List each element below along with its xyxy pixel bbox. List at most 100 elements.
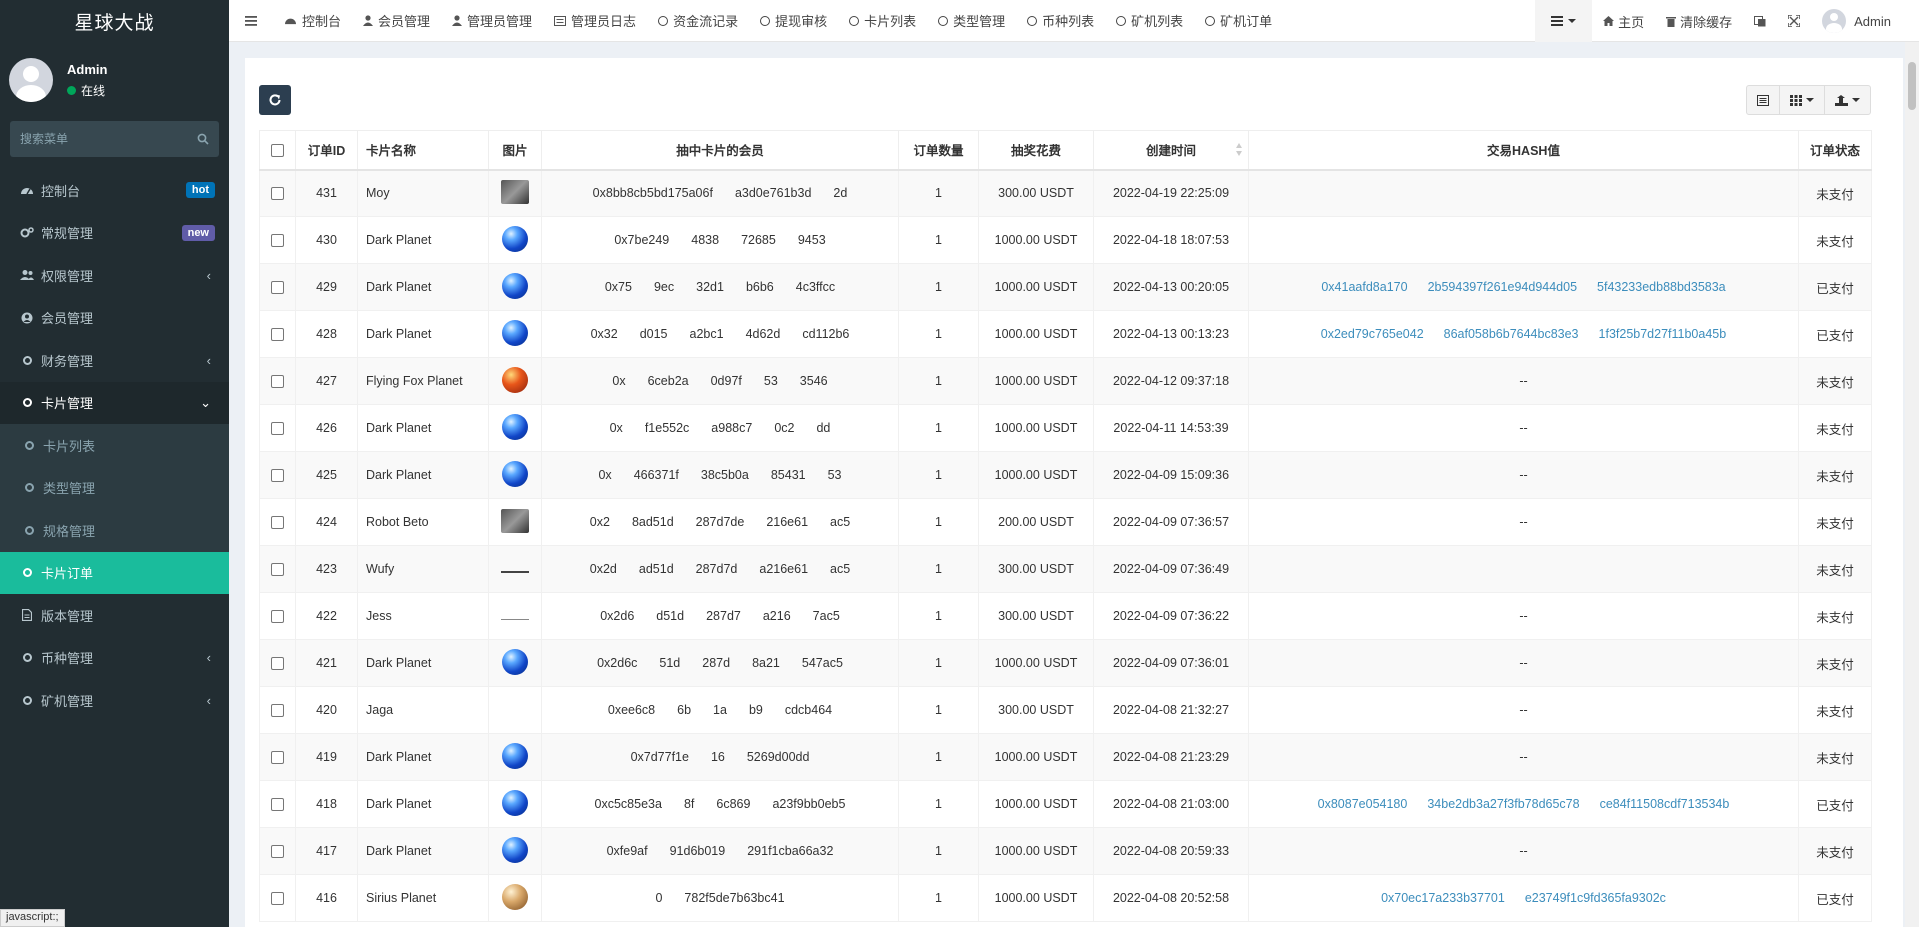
clear-cache-button[interactable]: 清除缓存 [1655, 0, 1743, 42]
col-order-id[interactable]: 订单ID [295, 130, 358, 171]
row-checkbox[interactable] [271, 187, 284, 201]
sidebar-item-permission[interactable]: 权限管理 ‹ [0, 254, 229, 297]
planet-image[interactable] [502, 272, 528, 299]
table-row[interactable]: 419 Dark Planet 0x7d77f1e 16 5269d00dd 1 1000.… [259, 733, 1872, 781]
row-checkbox[interactable] [271, 751, 284, 765]
planet-image[interactable] [502, 883, 528, 910]
sidebar-item-spec-manage[interactable]: 规格管理 [0, 509, 229, 552]
table-row[interactable]: 428 Dark Planet 0x32 d015 a2bc1 4d62d cd112b6 1… [259, 310, 1872, 358]
sidebar-item-general[interactable]: 常规管理 new [0, 212, 229, 255]
tab-type-manage[interactable]: 类型管理 [927, 0, 1016, 42]
row-checkbox[interactable] [271, 845, 284, 859]
tab-dashboard[interactable]: 控制台 [273, 0, 352, 42]
table-row[interactable]: 424 Robot Beto 0x2 8ad51d 287d7de 216e61 ac5 1 2… [259, 498, 1872, 546]
sidebar-item-currency[interactable]: 币种管理 ‹ [0, 637, 229, 680]
toggle-view-button[interactable] [1746, 85, 1780, 115]
table-row[interactable]: 421 Dark Planet 0x2d6c 51d 287d 8a21 547ac5 1 10… [259, 639, 1872, 687]
menu-search-input[interactable] [20, 132, 197, 146]
search-icon[interactable] [197, 133, 209, 145]
planet-image[interactable] [502, 460, 528, 487]
row-checkbox[interactable] [271, 892, 284, 906]
planet-image[interactable] [502, 225, 528, 252]
tabs-dropdown-button[interactable] [1535, 0, 1593, 42]
circle-icon [20, 566, 34, 580]
planet-image[interactable] [502, 789, 528, 816]
tab-admins[interactable]: 管理员管理 [441, 0, 543, 42]
table-row[interactable]: 429 Dark Planet 0x75 9ec 32d1 b6b6 4c3ffcc 1 100… [259, 263, 1872, 311]
planet-image[interactable] [502, 319, 528, 346]
card-photo-image[interactable] [501, 179, 529, 204]
row-checkbox[interactable] [271, 610, 284, 624]
table-row[interactable]: 417 Dark Planet 0xfe9af 91d6b019 291f1cba66a… [259, 827, 1872, 875]
card-image[interactable] [501, 619, 529, 620]
row-checkbox[interactable] [271, 798, 284, 812]
planet-image[interactable] [502, 742, 528, 769]
row-checkbox[interactable] [271, 657, 284, 671]
row-checkbox[interactable] [271, 563, 284, 577]
sidebar-item-version[interactable]: 版本管理 [0, 594, 229, 637]
tab-currency-list[interactable]: 币种列表 [1016, 0, 1105, 42]
tab-members[interactable]: 会员管理 [352, 0, 441, 42]
planet-image[interactable] [502, 836, 528, 863]
tx-hash-link[interactable]: 0x8087e054180 34be2db3a27f3fb78d65c78 ce84… [1318, 797, 1730, 811]
scroll-thumb[interactable] [1908, 62, 1916, 110]
language-button[interactable] [1743, 0, 1777, 42]
table-row[interactable]: 418 Dark Planet 0xc5c85e3a 8f 6c869 a23f9bb0e… [259, 780, 1872, 828]
quantity-cell: 1 [898, 310, 979, 358]
sidebar-item-type-manage[interactable]: 类型管理 [0, 466, 229, 509]
table-row[interactable]: 422 Jess 0x2d6 d51d 287d7 a216 7ac5 1 300.00 USD… [259, 592, 1872, 640]
tab-withdraw-review[interactable]: 提现审核 [749, 0, 838, 42]
admin-user-menu[interactable]: Admin [1811, 0, 1919, 42]
planet-image[interactable] [502, 648, 528, 675]
select-all-checkbox[interactable] [271, 143, 284, 157]
sidebar-toggle-button[interactable] [229, 0, 273, 42]
tx-hash-cell: 0x41aafd8a170 2b594397f261e94d944d05 5f432… [1248, 263, 1799, 311]
tab-fund-flow[interactable]: 资金流记录 [647, 0, 749, 42]
tx-hash-link[interactable]: 0x2ed79c765e042 86af058b6b7644bc83e3 1f3f2… [1321, 327, 1726, 341]
row-checkbox[interactable] [271, 328, 284, 342]
tx-hash-link[interactable]: 0x70ec17a233b37701 e23749f1c9fd365fa9302c [1381, 891, 1666, 905]
table-row[interactable]: 431 Moy 0x8bb8cb5bd175a06f a3d0e761b3d 2d 1 30… [259, 169, 1872, 217]
card-photo-image[interactable] [501, 508, 529, 533]
export-button[interactable] [1824, 85, 1871, 115]
table-row[interactable]: 420 Jaga 0xee6c8 6b 1a b9 cdcb464 1 300.00 USDT 2… [259, 686, 1872, 734]
row-checkbox[interactable] [271, 234, 284, 248]
sidebar-item-card-list[interactable]: 卡片列表 [0, 424, 229, 467]
row-checkbox[interactable] [271, 469, 284, 483]
cost-cell: 1000.00 USDT [978, 310, 1094, 358]
image-cell [488, 592, 542, 640]
col-created-time[interactable]: 创建时间 [1093, 130, 1249, 171]
row-checkbox[interactable] [271, 422, 284, 436]
tab-admin-logs[interactable]: 管理员日志 [543, 0, 647, 42]
table-row[interactable]: 426 Dark Planet 0x f1e552c a988c7 0c2 dd 1 1000.… [259, 404, 1872, 452]
page-scrollbar[interactable] [1905, 42, 1919, 927]
row-checkbox[interactable] [271, 704, 284, 718]
sidebar-item-members[interactable]: 会员管理 [0, 297, 229, 340]
tx-hash-link[interactable]: 0x41aafd8a170 2b594397f261e94d944d05 5f432… [1321, 280, 1725, 294]
planet-image[interactable] [502, 413, 528, 440]
tab-card-list[interactable]: 卡片列表 [838, 0, 927, 42]
fullscreen-button[interactable] [1777, 0, 1811, 42]
refresh-button[interactable] [259, 85, 291, 115]
table-row[interactable]: 416 Sirius Planet 0 782f5de7b63bc41 1 1000.00… [259, 874, 1872, 922]
row-checkbox[interactable] [271, 375, 284, 389]
sidebar-item-cards[interactable]: 卡片管理 ⌄ [0, 381, 229, 424]
tab-label: 卡片列表 [864, 14, 917, 29]
sidebar-item-dashboard[interactable]: 控制台 hot [0, 169, 229, 212]
tab-miner-list[interactable]: 矿机列表 [1105, 0, 1194, 42]
table-row[interactable]: 430 Dark Planet 0x7be249 4838 72685 9453 1 1000… [259, 216, 1872, 264]
table-row[interactable]: 427 Flying Fox Planet 0x 6ceb2a 0d97f 53 3546 1… [259, 357, 1872, 405]
columns-button[interactable] [1779, 85, 1825, 115]
sidebar-item-finance[interactable]: 财务管理 ‹ [0, 339, 229, 382]
table-row[interactable]: 423 Wufy 0x2d ad51d 287d7d a216e61 ac5 1 300.00 … [259, 545, 1872, 593]
brand-logo[interactable]: 星球大战 [0, 0, 229, 42]
row-checkbox[interactable] [271, 516, 284, 530]
tab-miner-orders[interactable]: 矿机订单 [1194, 0, 1283, 42]
home-link[interactable]: 主页 [1592, 0, 1655, 42]
table-row[interactable]: 425 Dark Planet 0x 466371f 38c5b0a 85431 53 1 10… [259, 451, 1872, 499]
row-checkbox[interactable] [271, 281, 284, 295]
sidebar-item-card-orders[interactable]: 卡片订单 [0, 551, 229, 594]
planet-image[interactable] [502, 366, 528, 393]
card-image[interactable] [501, 571, 529, 573]
sidebar-item-miner[interactable]: 矿机管理 ‹ [0, 679, 229, 722]
